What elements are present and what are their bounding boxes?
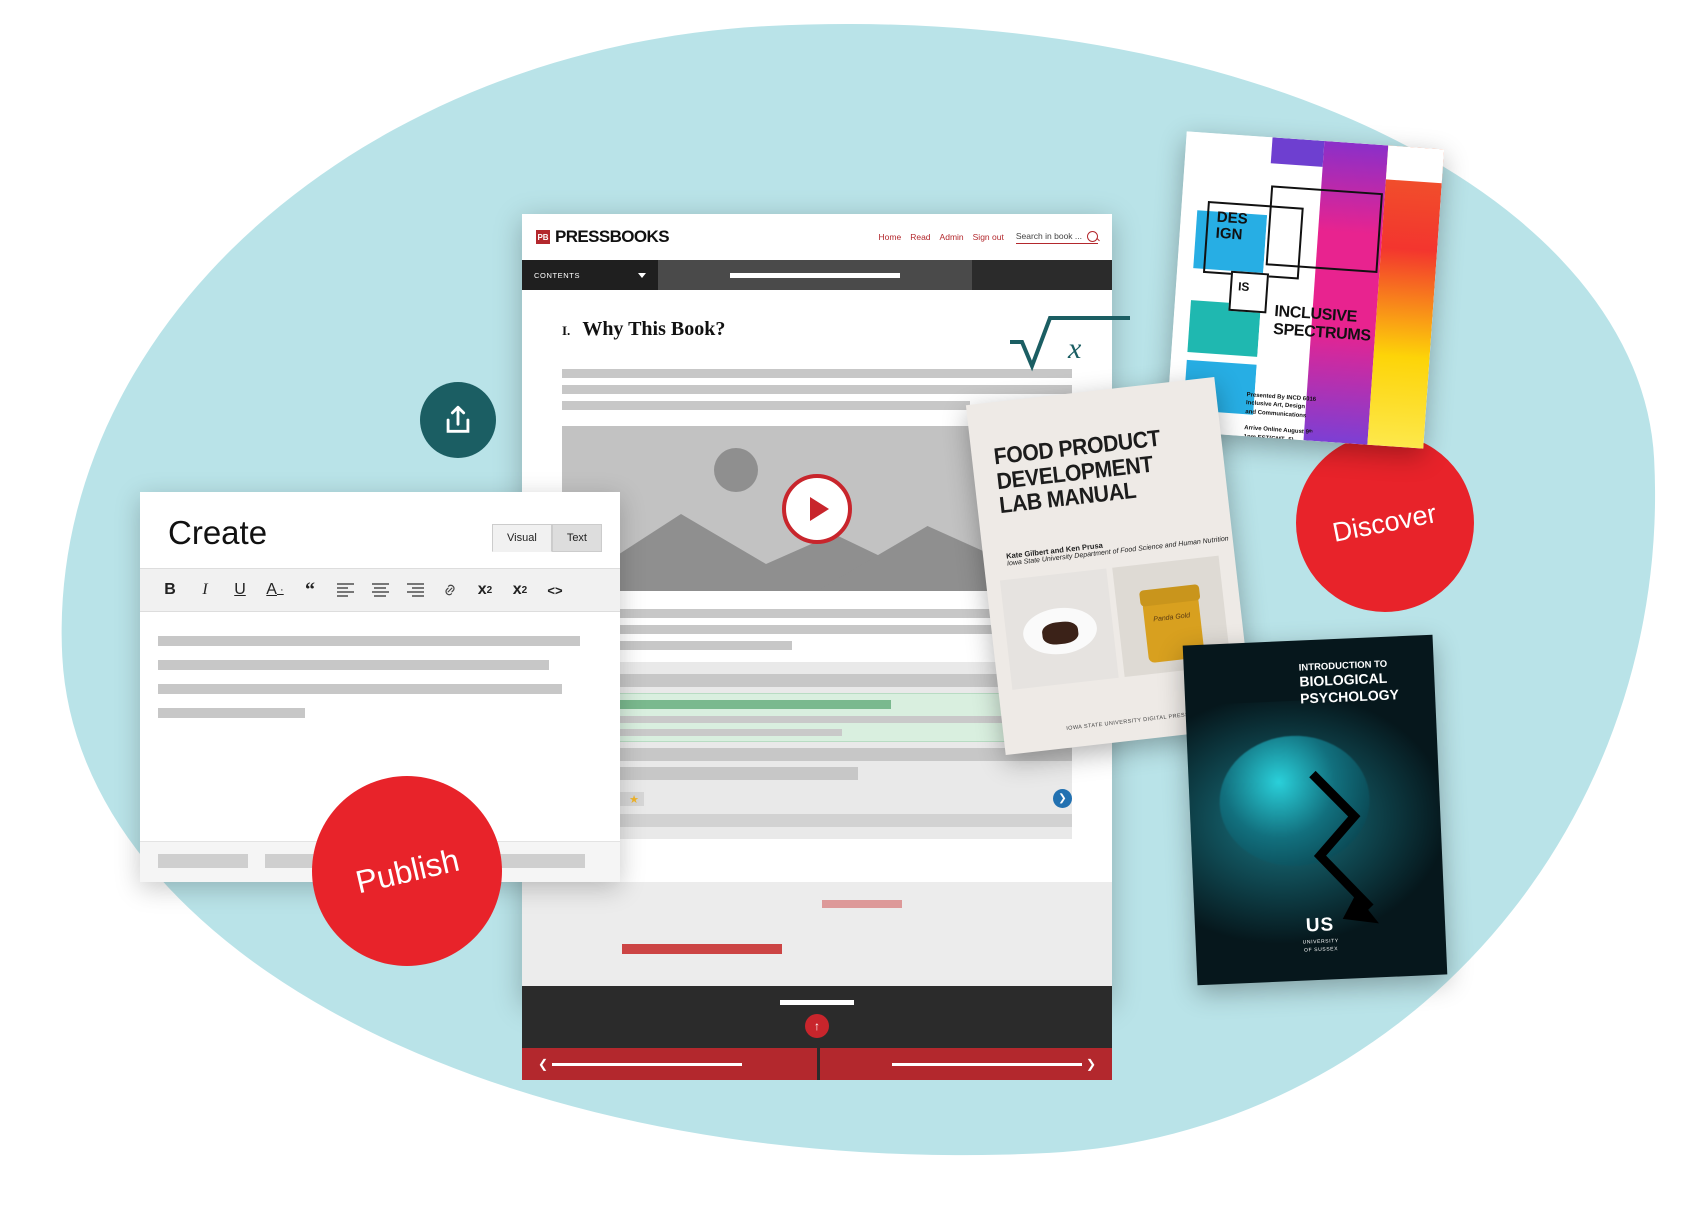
footer-separator [817, 1048, 820, 1080]
blockquote-icon[interactable]: “ [294, 575, 326, 605]
editor-toolbar: B I U A · “ x2 x2 <> [140, 568, 620, 612]
page-dark-footer: ↑ [522, 986, 1112, 1048]
previous-chapter-link[interactable]: ❮ [538, 1057, 743, 1071]
footer-accent-bar [822, 900, 902, 908]
quiz-next-button[interactable]: ❯ [1053, 789, 1072, 808]
nav-link-sign-out[interactable]: Sign out [973, 232, 1004, 242]
sub-exp: 2 [521, 584, 528, 596]
back-to-top-button[interactable]: ↑ [805, 1014, 829, 1038]
quiz-feedback-line [569, 716, 1026, 723]
link-icon[interactable] [434, 575, 466, 605]
editor-tabs: Visual Text [492, 524, 602, 552]
cover-title-food-product: FOOD PRODUCT DEVELOPMENT LAB MANUAL [992, 425, 1166, 519]
cover-title-biological-psychology: INTRODUCTION TO BIOLOGICAL PSYCHOLOGY [1299, 658, 1400, 707]
pressbooks-logo[interactable]: PB PRESSBOOKS [536, 227, 670, 247]
quiz-option[interactable] [562, 674, 1072, 687]
editor-text-line [158, 708, 305, 718]
text-placeholder-line [562, 369, 1072, 378]
next-line [891, 1062, 1082, 1066]
quiz-footer: ★ ❯ [562, 789, 1072, 808]
play-icon [810, 496, 829, 521]
chapter-heading: I. Why This Book? [562, 318, 1072, 341]
tab-visual[interactable]: Visual [492, 524, 552, 552]
page-navigation-footer: ❮ ❯ [522, 1048, 1112, 1080]
chevron-right-icon: ❯ [1085, 1057, 1096, 1071]
discover-badge: Discover [1296, 434, 1474, 612]
bold-icon[interactable]: B [154, 575, 186, 605]
search-placeholder: Search in book ... [1015, 231, 1082, 241]
contents-label: CONTENTS [534, 270, 581, 280]
code-icon[interactable]: <> [539, 575, 571, 605]
prev-line [552, 1062, 743, 1066]
align-left-icon[interactable] [329, 575, 361, 605]
search-input[interactable]: Search in book ... [1015, 230, 1098, 244]
quiz-block: ✓ ★ ❯ [562, 662, 1072, 839]
superscript-icon[interactable]: x2 [469, 575, 501, 605]
quiz-option[interactable] [562, 814, 1072, 827]
cover-word-ign: IGN [1215, 224, 1243, 244]
quiz-option-correct[interactable]: ✓ [562, 693, 1072, 742]
pressbooks-logo-text: PRESSBOOKS [555, 227, 670, 246]
chevron-down-icon [638, 272, 646, 278]
cover-photo-plate [999, 568, 1119, 690]
sub-base: x [512, 581, 522, 598]
search-icon[interactable] [1087, 230, 1098, 242]
pressbooks-header: PB PRESSBOOKS Home Read Admin Sign out S… [522, 214, 1112, 260]
share-button[interactable] [420, 382, 496, 458]
subscript-icon[interactable]: x2 [504, 575, 536, 605]
chapter-title-text: Why This Book? [582, 318, 726, 340]
progress-indicator [730, 272, 900, 278]
chevron-left-icon: ❮ [538, 1057, 549, 1071]
cover-word-is: IS [1237, 279, 1250, 295]
quiz-correct-text [583, 700, 891, 709]
pressbooks-logo-mark: PB [536, 230, 550, 244]
contents-dropdown[interactable]: CONTENTS [522, 260, 658, 290]
svg-text:x: x [1067, 332, 1082, 365]
editor-footer-button[interactable] [158, 854, 248, 868]
sup-exp: 2 [486, 584, 493, 596]
editor-text-line [158, 660, 549, 670]
editor-text-line [158, 636, 580, 646]
editor-content-area[interactable] [140, 612, 620, 718]
underline-icon[interactable]: U [224, 575, 256, 605]
align-right-icon[interactable] [399, 575, 431, 605]
pressbooks-nav: Home Read Admin Sign out Search in book … [879, 230, 1098, 244]
publish-badge: Publish [312, 776, 502, 966]
align-center-icon[interactable] [364, 575, 396, 605]
star-icon: ★ [629, 793, 639, 806]
discover-badge-label: Discover [1330, 497, 1440, 548]
outline-box [1265, 185, 1383, 274]
sup-base: x [477, 581, 487, 598]
next-chapter-link[interactable]: ❯ [891, 1057, 1096, 1071]
nav-link-home[interactable]: Home [879, 232, 902, 242]
chapter-number: I. [562, 323, 571, 338]
footer-red-bar [622, 944, 782, 954]
nav-link-read[interactable]: Read [910, 232, 930, 242]
toolbar-right-slot [972, 260, 1112, 290]
tab-text[interactable]: Text [551, 524, 602, 552]
quiz-option[interactable] [562, 748, 1072, 761]
book-cover-biological-psychology[interactable]: INTRODUCTION TO BIOLOGICAL PSYCHOLOGY US… [1182, 634, 1448, 986]
text-placeholder-line [562, 401, 970, 410]
text-placeholder-line [562, 385, 1072, 394]
cover-word-design: DES IGN [1215, 209, 1248, 244]
share-upload-icon [446, 405, 470, 433]
footer-divider [780, 1000, 854, 1005]
publish-badge-label: Publish [351, 841, 463, 900]
text-color-icon[interactable]: A · [259, 575, 291, 605]
reading-progress-bar [658, 260, 972, 290]
editor-text-line [158, 684, 563, 694]
pressbooks-toolbar: CONTENTS [522, 260, 1112, 290]
text-color-letter: A [266, 581, 277, 598]
play-button[interactable] [782, 473, 852, 544]
page-footer-area [522, 882, 1112, 986]
cover-title-inclusive-spectrums: INCLUSIVE SPECTRUMS [1273, 303, 1373, 346]
math-formula-icon: x [1010, 316, 1130, 372]
italic-icon[interactable]: I [189, 575, 221, 605]
nav-link-admin[interactable]: Admin [940, 232, 964, 242]
